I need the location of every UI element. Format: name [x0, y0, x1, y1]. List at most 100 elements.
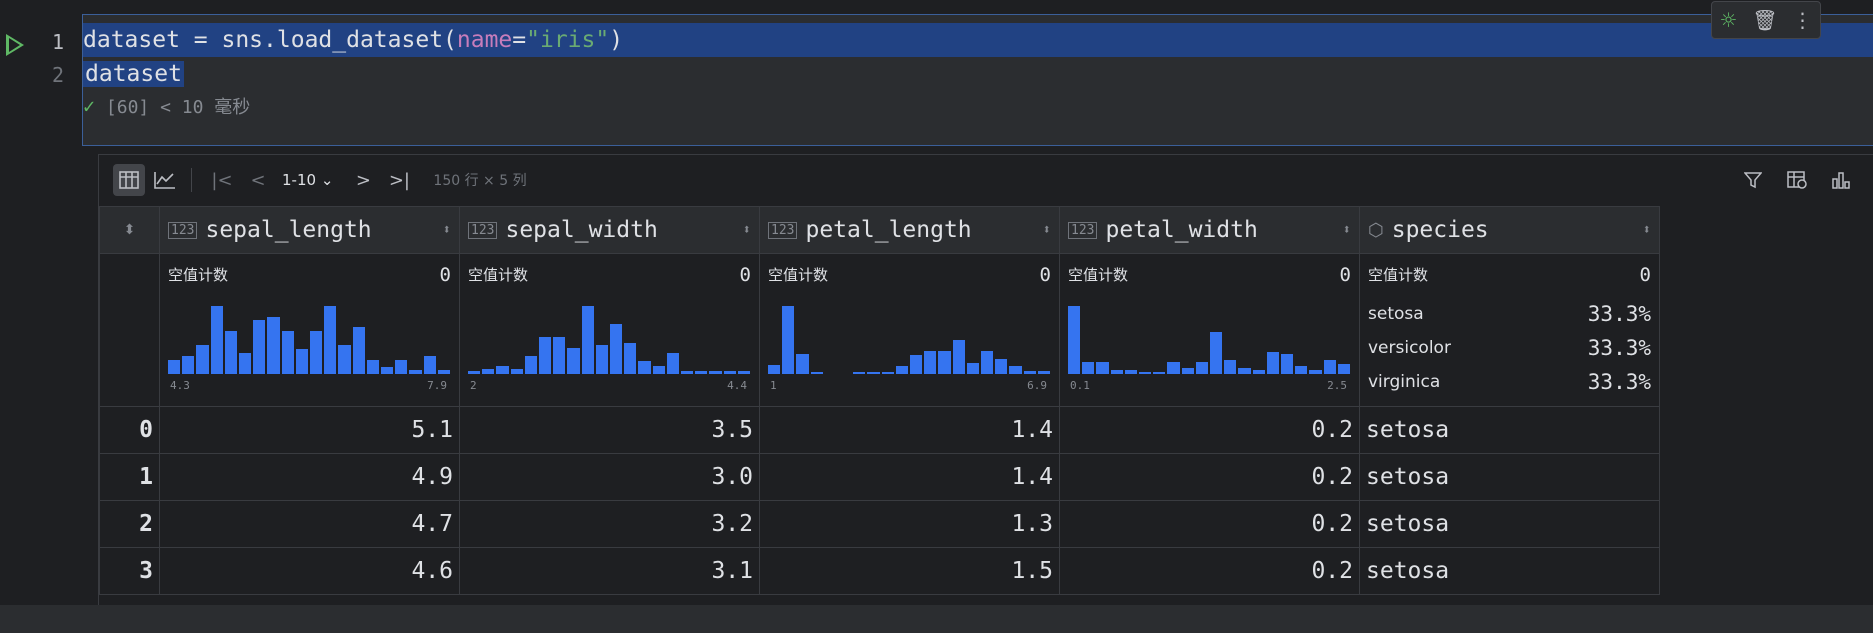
table-row[interactable]: 2 4.7 3.2 1.3 0.2 setosa [99, 500, 1660, 548]
table-cell[interactable]: 1.5 [759, 547, 1060, 595]
column-header-sepal-length[interactable]: 123 sepal_length ⬍ [159, 206, 460, 254]
sort-icon[interactable]: ⬍ [743, 222, 751, 238]
column-header-sepal-width[interactable]: 123 sepal_width ⬍ [459, 206, 760, 254]
output-toolbar: |< < 1-10 ⌄ > >| 150 行 × 5 列 ⋮ [99, 155, 1873, 205]
histogram-bar [253, 320, 266, 374]
page-range-label: 1-10 [282, 171, 317, 189]
histogram-max: 6.9 [1027, 379, 1047, 392]
code-string: "iris" [526, 27, 610, 53]
first-page-icon[interactable]: |< [206, 164, 238, 196]
null-count-label: 空值计数 [768, 266, 829, 284]
trash-icon[interactable]: 🗑 [1752, 8, 1777, 32]
table-cell[interactable]: 1.3 [759, 500, 1060, 548]
sort-icon[interactable]: ⬍ [1043, 222, 1051, 238]
last-page-icon[interactable]: >| [383, 164, 415, 196]
sort-icon[interactable]: ⬍ [1343, 222, 1351, 238]
histogram-bar [995, 358, 1008, 374]
table-row[interactable]: 3 4.6 3.1 1.5 0.2 setosa [99, 547, 1660, 595]
code-line-2[interactable]: dataset [83, 57, 184, 91]
null-count-value: 0 [1639, 264, 1651, 286]
table-cell[interactable]: 4.7 [159, 500, 460, 548]
column-header-petal-width[interactable]: 123 petal_width ⬍ [1059, 206, 1360, 254]
chart-view-icon[interactable] [149, 164, 181, 196]
table-cell[interactable]: 0.2 [1059, 406, 1360, 454]
table-cell[interactable]: 3.5 [459, 406, 760, 454]
table-cell[interactable]: setosa [1359, 547, 1660, 595]
histogram-bar [723, 371, 736, 374]
histogram-bar [338, 345, 351, 374]
table-cell[interactable]: 3.0 [459, 453, 760, 501]
histogram-min: 0.1 [1070, 379, 1090, 392]
column-header-petal-length[interactable]: 123 petal_length ⬍ [759, 206, 1060, 254]
histogram-bar [709, 371, 722, 374]
histogram-min: 1 [770, 379, 777, 392]
category-name: setosa [1368, 304, 1424, 324]
table-cell[interactable]: setosa [1359, 406, 1660, 454]
histogram-bar [310, 331, 323, 374]
histogram-bar [1124, 370, 1138, 374]
histogram-bar [352, 327, 365, 374]
null-count-value: 0 [439, 264, 451, 286]
histogram-bar [510, 368, 523, 374]
sort-icon[interactable]: ⬍ [443, 222, 451, 238]
table-cell[interactable]: 0.2 [1059, 547, 1360, 595]
column-name: petal_width [1105, 217, 1258, 243]
histogram-bar [1295, 366, 1308, 374]
debug-icon[interactable]: ☼ [1719, 8, 1737, 32]
sort-icon[interactable]: ⬍ [1643, 222, 1651, 238]
table-row[interactable]: 0 5.1 3.5 1.4 0.2 setosa [99, 406, 1660, 454]
histogram-bar [1266, 352, 1280, 374]
histogram-bar [610, 324, 623, 374]
numeric-type-icon: 123 [768, 221, 798, 239]
histogram-bar [324, 306, 337, 374]
run-cell-icon[interactable] [6, 34, 24, 56]
line-number-1: 1 [51, 30, 64, 54]
table-view-icon[interactable] [113, 164, 145, 196]
more-options-icon[interactable]: ⋮ [1867, 164, 1873, 196]
histogram-bar [553, 337, 566, 374]
column-name: petal_length [805, 217, 972, 243]
summary-cell-petal-width: 空值计数 0 0.1 2.5 [1059, 253, 1360, 407]
prev-page-icon[interactable]: < [242, 164, 274, 196]
filter-icon[interactable] [1737, 164, 1769, 196]
code-line-1[interactable]: dataset = sns.load_dataset(name="iris") [83, 23, 1873, 57]
table-cell[interactable]: 1.4 [759, 453, 1060, 501]
chevron-down-icon: ⌄ [320, 171, 334, 189]
histogram-bar [409, 370, 422, 374]
code-cell[interactable]: dataset = sns.load_dataset(name="iris") … [82, 1, 1873, 146]
histogram-bar [952, 340, 965, 374]
histogram-bar [496, 366, 509, 374]
column-header-species[interactable]: ⬡ species ⬍ [1359, 206, 1660, 254]
table-cell[interactable]: 1.4 [759, 406, 1060, 454]
table-cell[interactable]: setosa [1359, 500, 1660, 548]
histogram-bar [1082, 362, 1095, 374]
table-settings-icon[interactable] [1781, 164, 1813, 196]
sort-icon[interactable]: ⬍ [124, 222, 136, 238]
index-header[interactable]: ⬍ [99, 206, 160, 254]
column-stats-icon[interactable] [1825, 164, 1857, 196]
histogram [168, 306, 451, 374]
table-cell[interactable]: 3.1 [459, 547, 760, 595]
cube-icon: ⬡ [1368, 219, 1384, 241]
table-cell[interactable]: 4.9 [159, 453, 460, 501]
table-cell[interactable]: 0.2 [1059, 500, 1360, 548]
more-vert-icon[interactable]: ⋮ [1793, 8, 1813, 32]
table-cell[interactable]: 0.2 [1059, 453, 1360, 501]
histogram-bar [1167, 362, 1180, 374]
table-cell[interactable]: 4.6 [159, 547, 460, 595]
toolbar-divider [191, 168, 192, 192]
null-count-label: 空值计数 [168, 266, 229, 284]
next-page-icon[interactable]: > [347, 164, 379, 196]
table-cell[interactable]: setosa [1359, 453, 1660, 501]
histogram-bar [281, 331, 294, 374]
numeric-type-icon: 123 [468, 221, 498, 239]
histogram-bar [1323, 360, 1336, 374]
histogram-bar [267, 316, 280, 374]
dataframe-table-wrap: ⬍ 123 sepal_length ⬍ 123 sepal_width ⬍ 123 pe… [99, 206, 1660, 595]
summary-cell-species: 空值计数 0 setosa 33.3% versicolor 33.3% virgi… [1359, 253, 1660, 407]
table-row[interactable]: 1 4.9 3.0 1.4 0.2 setosa [99, 453, 1660, 501]
page-range-select[interactable]: 1-10 ⌄ [282, 171, 333, 189]
category-name: virginica [1368, 372, 1441, 392]
table-cell[interactable]: 5.1 [159, 406, 460, 454]
table-cell[interactable]: 3.2 [459, 500, 760, 548]
